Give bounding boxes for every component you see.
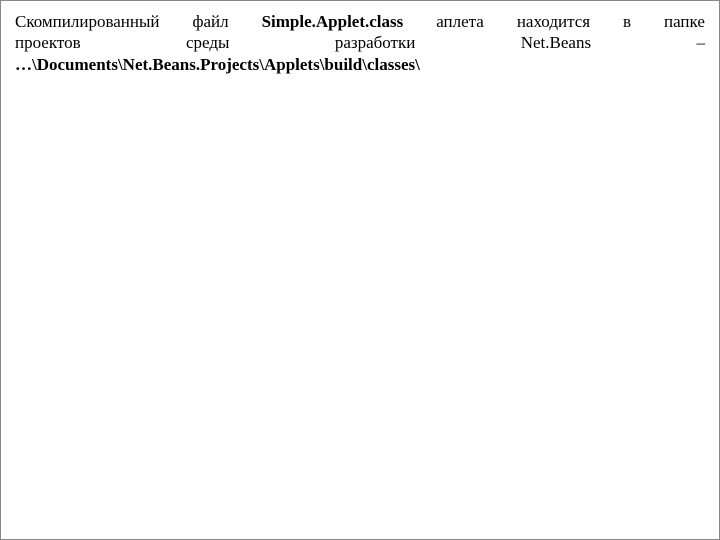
word: – [696, 32, 705, 53]
word: папке [664, 11, 705, 32]
word: файл [192, 11, 228, 32]
document-paragraph: Скомпилированный файл Simple.Applet.clas… [15, 11, 705, 75]
text-line-1: Скомпилированный файл Simple.Applet.clas… [15, 11, 705, 32]
word: в [623, 11, 631, 32]
text-line-3: …\Documents\Net.Beans.Projects\Applets\b… [15, 54, 705, 75]
word: среды [186, 32, 229, 53]
word: проектов [15, 32, 81, 53]
word: Скомпилированный [15, 11, 160, 32]
word: разработки [335, 32, 416, 53]
file-path-bold: …\Documents\Net.Beans.Projects\Applets\b… [15, 55, 420, 74]
word: аплета [436, 11, 484, 32]
word: находится [517, 11, 590, 32]
filename-bold: Simple.Applet.class [262, 11, 404, 32]
text-line-2: проектов среды разработки Net.Beans – [15, 32, 705, 53]
word: Net.Beans [521, 32, 591, 53]
